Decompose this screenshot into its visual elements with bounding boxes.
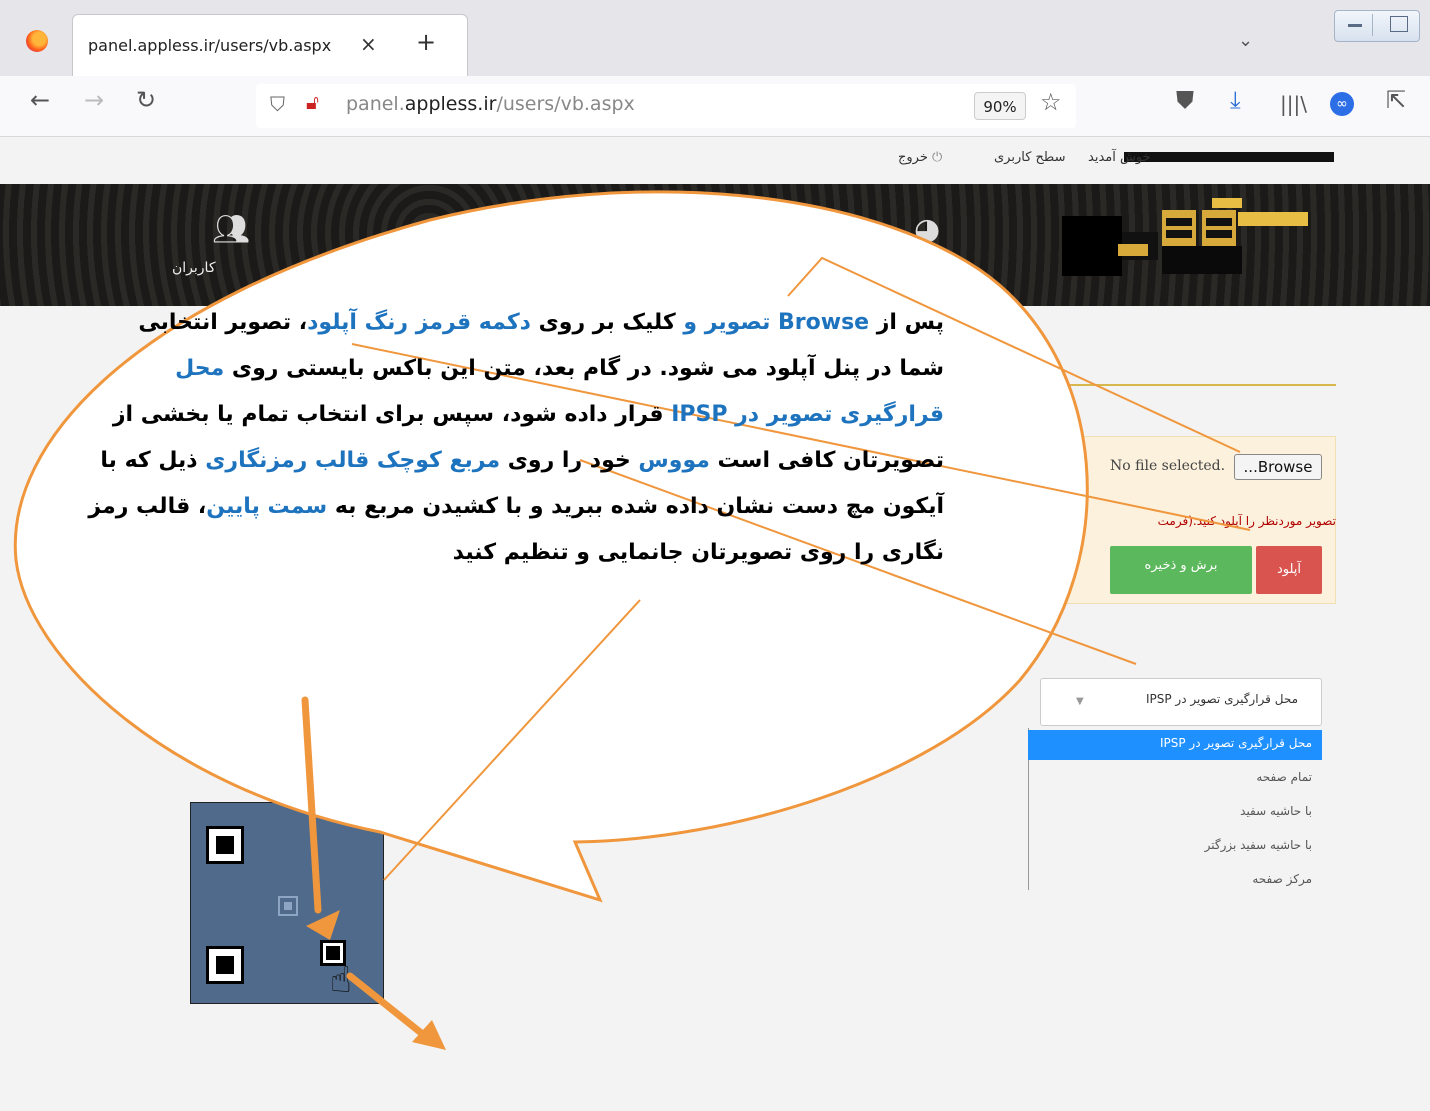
restore-button[interactable] bbox=[1390, 16, 1408, 32]
dropdown-option[interactable]: با حاشیه سفید bbox=[1042, 804, 1312, 818]
extension-icon[interactable]: ∞ bbox=[1330, 92, 1354, 116]
tut-highlight: مووس bbox=[638, 448, 710, 473]
reload-icon[interactable]: ↻ bbox=[136, 86, 156, 114]
pocket-icon[interactable]: ⛊ bbox=[1176, 86, 1194, 114]
user-level-link[interactable]: سطح کاربری bbox=[994, 150, 1065, 165]
chevron-down-icon[interactable]: ▼ bbox=[1076, 696, 1084, 707]
welcome-text: خوش آمدید bbox=[1088, 150, 1151, 165]
divider bbox=[1040, 384, 1336, 386]
dropdown-option[interactable]: تمام صفحه bbox=[1042, 770, 1312, 784]
upload-button[interactable]: آپلود bbox=[1256, 546, 1322, 594]
url-domain: appless.ir bbox=[404, 93, 497, 115]
logout-label: خروج bbox=[898, 150, 928, 165]
tut-highlight: مربع کوچک قالب رمزنگاری bbox=[205, 448, 501, 473]
dropdown-option[interactable]: محل قرارگیری تصویر در IPSP bbox=[1042, 736, 1312, 750]
tut-highlight: سمت پایین bbox=[206, 494, 328, 519]
chevron-down-icon[interactable]: ⌄ bbox=[1238, 30, 1253, 51]
qr-finder-pattern bbox=[206, 826, 244, 864]
lock-icon[interactable]: 🔓︎ bbox=[306, 90, 319, 114]
library-icon[interactable]: |||\ bbox=[1280, 92, 1307, 116]
qr-finder-pattern bbox=[206, 946, 244, 984]
tut-seg: کلیک بر روی bbox=[530, 310, 684, 335]
logout-link[interactable]: خروج ⏻ bbox=[898, 150, 942, 165]
shield-icon[interactable]: ⛉ bbox=[270, 92, 285, 116]
firefox-icon[interactable] bbox=[26, 30, 48, 52]
download-icon[interactable]: ⤓ bbox=[1230, 86, 1241, 114]
dropdown-option[interactable]: مرکز صفحه bbox=[1042, 872, 1312, 886]
back-icon[interactable]: ← bbox=[30, 86, 50, 114]
tut-highlight: دکمه قرمز رنگ آپلود bbox=[307, 310, 531, 335]
users-icon[interactable]: 👥︎ bbox=[212, 212, 250, 247]
upload-hint: تصویر موردنظر را آپلود کنید.(فرمت bbox=[1157, 514, 1336, 528]
star-icon[interactable]: ☆ bbox=[1040, 88, 1062, 116]
browse-button[interactable]: ...Browse bbox=[1234, 454, 1322, 480]
nav-dashboard[interactable]: داشبورد bbox=[900, 260, 946, 276]
dashboard-icon[interactable]: ◕ bbox=[914, 212, 940, 247]
tut-highlight: Browse bbox=[778, 310, 870, 335]
grid-icon[interactable] bbox=[770, 212, 790, 230]
tab-close-icon[interactable]: × bbox=[360, 32, 377, 56]
url-prefix: panel. bbox=[346, 93, 405, 115]
minimize-button[interactable] bbox=[1338, 14, 1373, 36]
crop-handle-core bbox=[326, 946, 340, 960]
share-icon[interactable]: ⇱ bbox=[1386, 86, 1406, 114]
masked-username bbox=[1124, 152, 1334, 162]
hand-cursor-icon: ☝︎ bbox=[330, 960, 352, 1001]
tut-highlight: تصویر و bbox=[683, 310, 779, 335]
url-path: /users/vb.aspx bbox=[496, 93, 635, 115]
tut-seg: پس از bbox=[869, 310, 944, 335]
tab-title: panel.appless.ir/users/vb.aspx bbox=[88, 36, 332, 55]
site-logo[interactable] bbox=[1062, 196, 1312, 276]
qr-alignment-pattern bbox=[278, 896, 298, 916]
tutorial-text: پس از Browse تصویر و کلیک بر روی دکمه قر… bbox=[88, 300, 944, 576]
tut-seg: خود را روی bbox=[500, 448, 639, 473]
power-icon: ⏻ bbox=[932, 150, 943, 165]
dropdown-option[interactable]: با حاشیه سفید بزرگتر bbox=[1042, 838, 1312, 852]
url-text[interactable]: panel.appless.ir/users/vb.aspx bbox=[346, 93, 635, 115]
crop-save-button[interactable]: برش و ذخیره bbox=[1110, 546, 1252, 594]
zoom-level[interactable]: 90% bbox=[974, 92, 1026, 120]
forward-icon[interactable]: → bbox=[84, 86, 104, 114]
file-status: No file selected. bbox=[1110, 458, 1226, 474]
new-tab-button[interactable]: + bbox=[416, 28, 436, 56]
nav-users[interactable]: کاربران bbox=[172, 260, 215, 276]
placement-select-value: محل قرارگیری تصویر در IPSP bbox=[1145, 692, 1298, 706]
